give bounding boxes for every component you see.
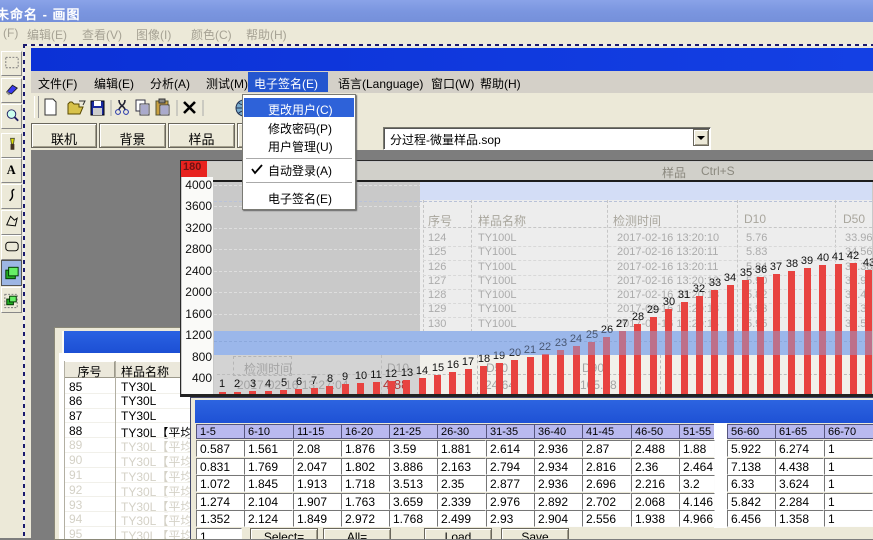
svg-text:A: A [7,163,16,177]
